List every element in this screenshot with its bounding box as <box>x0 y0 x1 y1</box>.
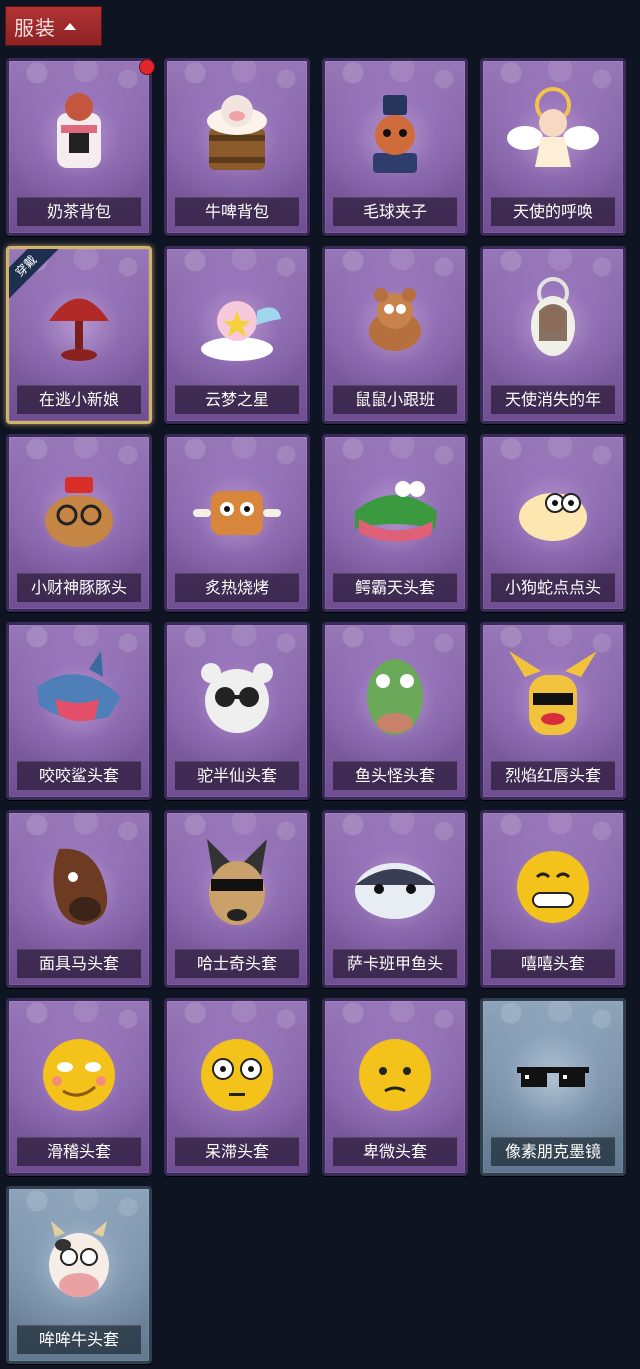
item-card[interactable]: 小狗蛇点点头 <box>480 434 626 612</box>
dog-snake-head-icon <box>503 459 603 559</box>
mouse-sidekick-icon <box>345 271 445 371</box>
item-label: 鼠鼠小跟班 <box>333 385 457 414</box>
item-card[interactable]: 滑稽头套 <box>6 998 152 1176</box>
item-grid: 奶茶背包 牛啤背包 毛球夹子 天使的呼唤 在逃小新娘 穿戴 云梦之星 鼠鼠小跟班 天使消失的年小… <box>0 0 640 1369</box>
red-lips-head-icon <box>503 647 603 747</box>
item-label: 天使的呼唤 <box>491 197 615 226</box>
item-card[interactable]: 呆滞头套 <box>164 998 310 1176</box>
item-label: 滑稽头套 <box>17 1137 141 1166</box>
angel-vanished-year-icon <box>503 271 603 371</box>
cow-head-icon <box>29 1211 129 1311</box>
item-card[interactable]: 奶茶背包 <box>6 58 152 236</box>
shark-head-icon <box>29 647 129 747</box>
item-label: 卑微头套 <box>333 1137 457 1166</box>
item-card[interactable]: 炙热烧烤 <box>164 434 310 612</box>
item-card[interactable]: 云梦之星 <box>164 246 310 424</box>
fish-monster-head-icon <box>345 647 445 747</box>
item-card[interactable]: 天使的呼唤 <box>480 58 626 236</box>
angel-call-icon <box>503 83 603 183</box>
pixel-sunglasses-icon <box>503 1023 603 1123</box>
item-label: 咬咬鲨头套 <box>17 761 141 790</box>
item-card[interactable]: 鳄霸天头套 <box>322 434 468 612</box>
cow-beer-backpack-icon <box>187 83 287 183</box>
item-card[interactable]: 卑微头套 <box>322 998 468 1176</box>
item-card[interactable]: 嘻嘻头套 <box>480 810 626 988</box>
item-card[interactable]: 咬咬鲨头套 <box>6 622 152 800</box>
bear-glasses-head-icon <box>187 647 287 747</box>
item-card[interactable]: 驼半仙头套 <box>164 622 310 800</box>
item-label: 驼半仙头套 <box>175 761 299 790</box>
item-card[interactable]: 哈士奇头套 <box>164 810 310 988</box>
item-card[interactable]: 毛球夹子 <box>322 58 468 236</box>
husky-head-icon <box>187 835 287 935</box>
item-label: 炙热烧烤 <box>175 573 299 602</box>
capybara-fortune-head-icon <box>29 459 129 559</box>
horse-mask-head-icon <box>29 835 129 935</box>
item-card[interactable]: 面具马头套 <box>6 810 152 988</box>
hot-bbq-icon <box>187 459 287 559</box>
item-card[interactable]: 烈焰红唇头套 <box>480 622 626 800</box>
item-card[interactable]: 哞哞牛头套 <box>6 1186 152 1364</box>
item-card[interactable]: 鼠鼠小跟班 <box>322 246 468 424</box>
item-label: 在逃小新娘 <box>17 385 141 414</box>
item-label: 小财神豚豚头 <box>17 573 141 602</box>
crocodile-head-icon <box>345 459 445 559</box>
item-label: 哈士奇头套 <box>175 949 299 978</box>
funny-emoji-head-icon <box>29 1023 129 1123</box>
humble-emoji-head-icon <box>345 1023 445 1123</box>
item-card[interactable]: 萨卡班甲鱼头 <box>322 810 468 988</box>
milk-tea-backpack-icon <box>29 83 129 183</box>
item-label: 像素朋克墨镜 <box>491 1137 615 1166</box>
notification-dot <box>140 60 154 74</box>
fluff-ball-clip-icon <box>345 83 445 183</box>
sacabambaspis-head-icon <box>345 835 445 935</box>
item-card[interactable]: 鱼头怪头套 <box>322 622 468 800</box>
item-label: 面具马头套 <box>17 949 141 978</box>
item-label: 奶茶背包 <box>17 197 141 226</box>
runaway-bride-icon <box>29 271 129 371</box>
item-label: 哞哞牛头套 <box>17 1325 141 1354</box>
item-label: 萨卡班甲鱼头 <box>333 949 457 978</box>
item-label: 鳄霸天头套 <box>333 573 457 602</box>
cloud-dream-star-icon <box>187 271 287 371</box>
item-label: 云梦之星 <box>175 385 299 414</box>
item-card[interactable]: 牛啤背包 <box>164 58 310 236</box>
item-label: 牛啤背包 <box>175 197 299 226</box>
dazed-emoji-head-icon <box>187 1023 287 1123</box>
item-label: 鱼头怪头套 <box>333 761 457 790</box>
item-label: 嘻嘻头套 <box>491 949 615 978</box>
item-card[interactable]: 小财神豚豚头 <box>6 434 152 612</box>
item-label: 烈焰红唇头套 <box>491 761 615 790</box>
item-label: 天使消失的年 <box>491 385 615 414</box>
item-label: 小狗蛇点点头 <box>491 573 615 602</box>
grin-emoji-head-icon <box>503 835 603 935</box>
item-card[interactable]: 在逃小新娘 穿戴 <box>6 246 152 424</box>
item-card[interactable]: 像素朋克墨镜 <box>480 998 626 1176</box>
item-label: 毛球夹子 <box>333 197 457 226</box>
item-card[interactable]: 天使消失的年 <box>480 246 626 424</box>
item-label: 呆滞头套 <box>175 1137 299 1166</box>
